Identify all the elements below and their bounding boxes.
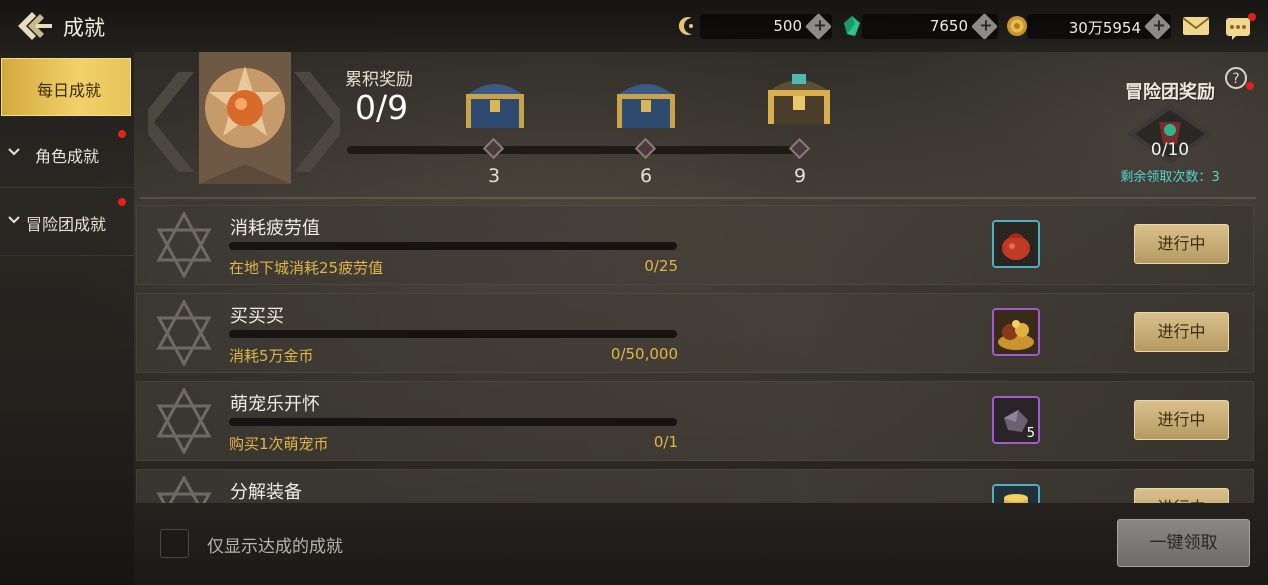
chest-3-icon[interactable] bbox=[460, 72, 530, 134]
status-button[interactable]: 进行中 bbox=[1134, 312, 1229, 352]
hexagram-star-icon bbox=[156, 212, 212, 278]
add-currency-3-button[interactable] bbox=[1144, 13, 1171, 40]
currency-2-value: 7650 bbox=[929, 17, 968, 35]
milestone-label: 6 bbox=[639, 165, 653, 187]
hexagram-star-icon bbox=[156, 476, 212, 503]
achievement-row: 买买买 消耗5万金币 0/50,000 进行中 bbox=[136, 293, 1254, 373]
currency-1-value: 500 bbox=[773, 17, 802, 35]
gold-coin-icon bbox=[1005, 14, 1029, 38]
red-pouch-icon[interactable] bbox=[992, 220, 1040, 268]
achievement-desc: 购买1次萌宠币 bbox=[229, 435, 329, 453]
cumulative-count: 0/9 bbox=[355, 88, 409, 127]
cumulative-title: 累积奖励 bbox=[345, 70, 413, 90]
achievement-list[interactable]: 消耗疲劳值 在地下城消耗25疲劳值 0/25 进行中 买买买 消耗5万金币 0/… bbox=[136, 205, 1254, 503]
cumulative-reward-panel: 累积奖励 0/9 3 6 9 ? 冒险团奖励 0/10 剩余领取次数：3 bbox=[140, 52, 1268, 200]
achievement-name: 消耗疲劳值 bbox=[230, 218, 320, 239]
achievement-desc: 消耗5万金币 bbox=[229, 347, 314, 365]
sidebar-item-label: 冒险团成就 bbox=[26, 215, 107, 234]
reward-quantity: 5 bbox=[1026, 426, 1035, 441]
currency-1: 500 bbox=[700, 13, 832, 40]
add-currency-1-button[interactable] bbox=[805, 13, 832, 40]
milestone-marker bbox=[634, 137, 657, 160]
achievement-name: 萌宠乐开怀 bbox=[230, 394, 320, 415]
achievement-progress: 0/1 bbox=[653, 433, 678, 451]
achievement-row: 消耗疲劳值 在地下城消耗25疲劳值 0/25 进行中 bbox=[136, 205, 1254, 285]
sidebar-item-character[interactable]: 角色成就 bbox=[0, 122, 134, 188]
milestone-marker bbox=[788, 137, 811, 160]
right-arrow-decor-icon bbox=[294, 72, 340, 172]
achievement-name: 买买买 bbox=[230, 306, 284, 327]
milestone-label: 3 bbox=[487, 165, 501, 187]
milestone-label: 9 bbox=[793, 165, 807, 187]
green-gem-icon bbox=[840, 14, 864, 38]
sidebar-item-label: 角色成就 bbox=[35, 147, 100, 166]
achievement-desc: 在地下城消耗25疲劳值 bbox=[229, 259, 384, 277]
currency-2: 7650 bbox=[862, 13, 998, 40]
svg-text:?: ? bbox=[1232, 71, 1239, 87]
hexagram-star-icon bbox=[156, 300, 212, 366]
sidebar-item-label: 每日成就 bbox=[37, 81, 102, 100]
notification-dot bbox=[118, 130, 126, 138]
show-completed-label: 仅显示达成的成就 bbox=[207, 537, 343, 557]
achievement-row: 分解装备 进行中 bbox=[136, 469, 1254, 503]
achievement-emblem-icon bbox=[195, 52, 295, 190]
chat-notification-dot bbox=[1248, 13, 1256, 21]
chest-9-icon[interactable] bbox=[764, 66, 834, 128]
left-arrow-decor-icon bbox=[148, 72, 194, 172]
sidebar-item-daily[interactable]: 每日成就 bbox=[1, 58, 131, 116]
chevron-down-icon bbox=[8, 216, 20, 224]
mail-icon[interactable] bbox=[1182, 15, 1210, 37]
status-button[interactable]: 进行中 bbox=[1134, 224, 1229, 264]
adventure-remaining-claims: 剩余领取次数：3 bbox=[1120, 170, 1220, 185]
back-arrow-icon[interactable] bbox=[14, 8, 54, 44]
treasure-pile-icon[interactable] bbox=[992, 308, 1040, 356]
show-completed-checkbox[interactable] bbox=[160, 529, 189, 558]
adventure-reward-count: 0/10 bbox=[1150, 140, 1190, 160]
currency-3: 30万5954 bbox=[1027, 13, 1171, 40]
section-divider bbox=[140, 197, 1256, 199]
currency-3-value: 30万5954 bbox=[1068, 19, 1141, 37]
notification-dot bbox=[118, 198, 126, 206]
help-notification-dot bbox=[1246, 82, 1254, 90]
adventure-reward-title: 冒险团奖励 bbox=[1125, 82, 1215, 103]
sidebar-item-adventure[interactable]: 冒险团成就 bbox=[0, 190, 134, 256]
achievement-progress: 0/25 bbox=[644, 257, 678, 275]
achievement-row: 萌宠乐开怀 购买1次萌宠币 0/1 5 进行中 bbox=[136, 381, 1254, 461]
milestone-marker bbox=[482, 137, 505, 160]
crescent-currency-icon bbox=[676, 14, 700, 38]
crystal-ore-icon[interactable]: 5 bbox=[992, 396, 1040, 444]
help-icon[interactable]: ? bbox=[1224, 66, 1248, 90]
status-button[interactable]: 进行中 bbox=[1134, 488, 1229, 503]
achievement-progress: 0/50,000 bbox=[610, 345, 678, 363]
achievement-name: 分解装备 bbox=[230, 482, 302, 503]
page-title: 成就 bbox=[63, 16, 105, 40]
sidebar: 每日成就 角色成就 冒险团成就 bbox=[0, 52, 134, 585]
top-bar: 成就 500 7650 30万5954 bbox=[0, 0, 1268, 52]
status-button[interactable]: 进行中 bbox=[1134, 400, 1229, 440]
cumulative-progress-track bbox=[347, 146, 802, 154]
chevron-down-icon bbox=[8, 148, 20, 156]
gold-stack-icon[interactable] bbox=[992, 484, 1040, 503]
achievement-progress-bar bbox=[229, 330, 677, 338]
claim-all-button[interactable]: 一键领取 bbox=[1117, 519, 1250, 567]
chest-6-icon[interactable] bbox=[611, 72, 681, 134]
hexagram-star-icon bbox=[156, 388, 212, 454]
add-currency-2-button[interactable] bbox=[971, 13, 998, 40]
achievement-progress-bar bbox=[229, 418, 677, 426]
achievement-progress-bar bbox=[229, 242, 677, 250]
